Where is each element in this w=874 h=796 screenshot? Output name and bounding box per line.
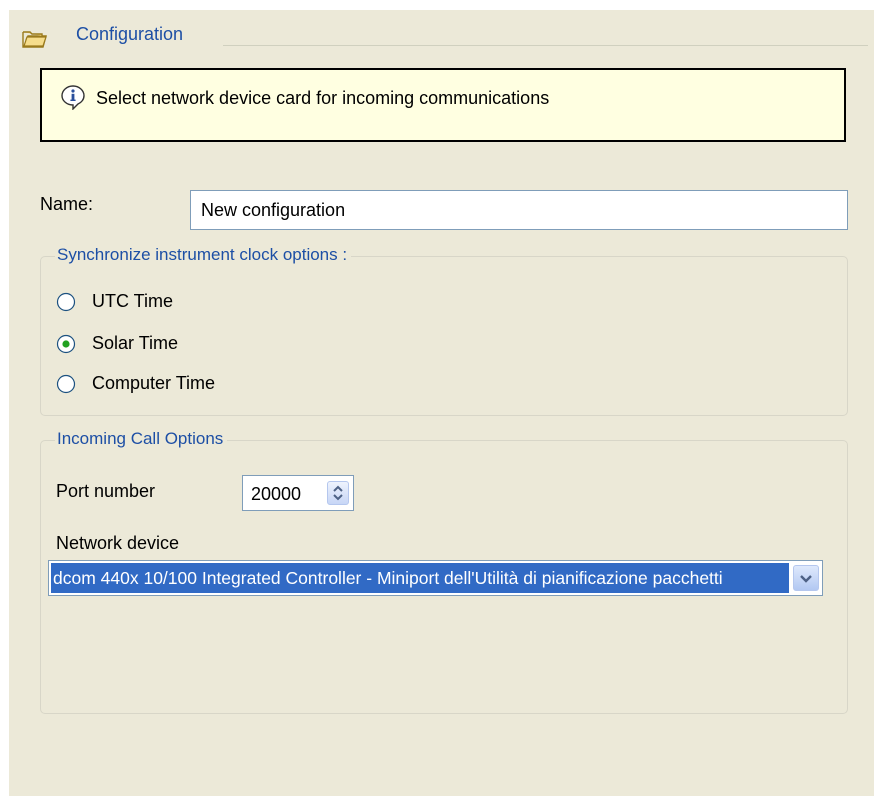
radio-solar-label: Solar Time [92, 333, 179, 353]
port-number-spinner[interactable]: 20000 [242, 475, 354, 511]
network-device-select[interactable]: dcom 440x 10/100 Integrated Controller -… [48, 560, 823, 596]
panel-header: Configuration [8, 10, 874, 52]
radio-computer-label: Computer Time [92, 373, 216, 393]
name-input[interactable] [190, 190, 848, 230]
header-title: Configuration [76, 24, 184, 44]
radio-button-icon[interactable] [56, 292, 76, 312]
network-device-selection[interactable]: dcom 440x 10/100 Integrated Controller -… [51, 563, 789, 593]
radio-utc-label: UTC Time [92, 291, 173, 311]
header-divider [223, 45, 868, 46]
info-icon [60, 84, 86, 111]
radio-button-checked-icon[interactable] [56, 334, 76, 354]
spinner-arrows-icon[interactable] [327, 481, 349, 505]
port-number-label: Port number [56, 481, 156, 501]
incoming-call-legend: Incoming Call Options [55, 429, 228, 449]
info-banner: Select network device card for incoming … [40, 68, 846, 142]
info-message: Select network device card for incoming … [96, 88, 550, 108]
chevron-down-icon[interactable] [793, 565, 819, 591]
radio-button-icon[interactable] [56, 374, 76, 394]
folder-icon [22, 28, 48, 50]
clock-options-legend: Synchronize instrument clock options : [55, 245, 352, 265]
port-number-value[interactable]: 20000 [251, 484, 301, 505]
network-device-label: Network device [56, 533, 180, 553]
network-device-value: dcom 440x 10/100 Integrated Controller -… [53, 568, 723, 588]
name-label: Name: [40, 194, 94, 214]
